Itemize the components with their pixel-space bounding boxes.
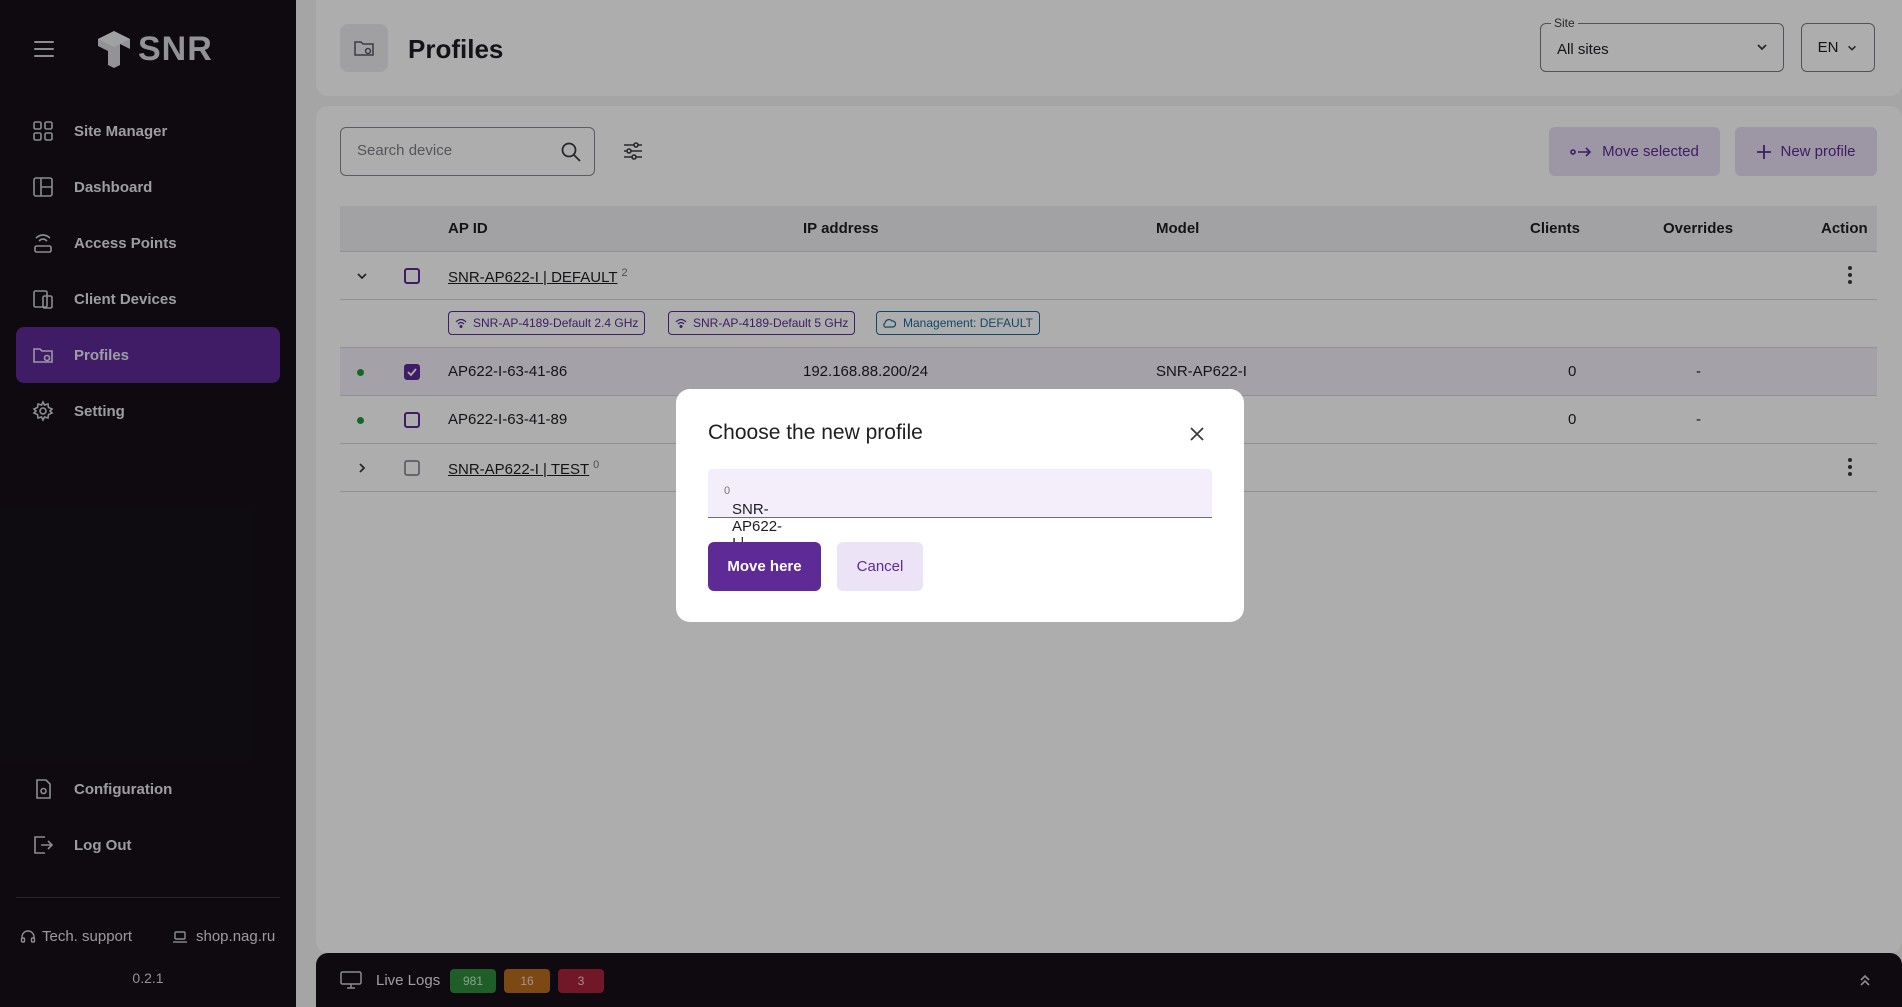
dialog-title: Choose the new profile: [708, 421, 923, 444]
profile-select[interactable]: SNR-AP622-I | TEST0: [708, 469, 1212, 569]
cancel-button[interactable]: Cancel: [837, 542, 923, 591]
profile-select-count: 0: [724, 485, 731, 497]
move-here-button[interactable]: Move here: [708, 542, 821, 591]
profile-select-value: SNR-AP622-I | TEST0: [720, 485, 782, 569]
choose-profile-dialog: Choose the new profile SNR-AP622-I | TES…: [676, 389, 1244, 622]
close-icon[interactable]: [1189, 426, 1205, 442]
